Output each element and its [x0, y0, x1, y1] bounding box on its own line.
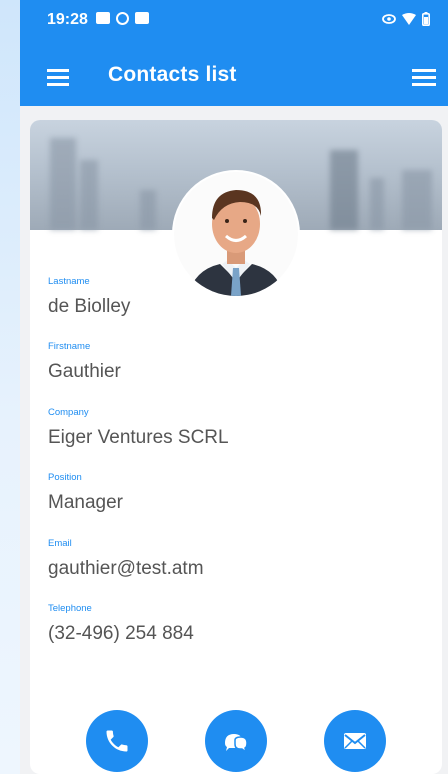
- contact-card: Lastname de Biolley Firstname Gauthier C…: [30, 120, 442, 774]
- lastname-label: Lastname: [48, 276, 90, 287]
- firstname-value: Gauthier: [48, 361, 121, 382]
- phone-icon: [106, 730, 128, 752]
- email-value: gauthier@test.atm: [48, 558, 204, 579]
- email-field: Email gauthier@test.atm: [48, 538, 204, 580]
- avatar: [174, 172, 298, 296]
- contact-actions: [30, 710, 442, 774]
- notification-icons: [96, 12, 149, 25]
- status-bar: 19:28: [20, 0, 448, 48]
- page-title: Contacts list: [108, 63, 237, 86]
- eye-icon: [382, 14, 396, 24]
- message-notification-icon: [96, 12, 110, 24]
- app-notification-icon: [135, 12, 149, 24]
- firstname-field: Firstname Gauthier: [48, 341, 121, 383]
- position-value: Manager: [48, 492, 123, 513]
- email-label: Email: [48, 538, 72, 549]
- chat-icon: [225, 734, 248, 754]
- firstname-label: Firstname: [48, 341, 91, 352]
- telephone-label: Telephone: [48, 603, 92, 614]
- email-button[interactable]: [324, 710, 386, 772]
- telephone-field: Telephone (32-496) 254 884: [48, 603, 194, 645]
- wifi-icon: [402, 13, 416, 25]
- company-value: Eiger Ventures SCRL: [48, 427, 229, 448]
- system-status-icons: [382, 12, 430, 26]
- menu-icon[interactable]: [47, 69, 69, 86]
- company-field: Company Eiger Ventures SCRL: [48, 407, 229, 449]
- more-menu-icon[interactable]: [412, 69, 436, 86]
- position-field: Position Manager: [48, 472, 123, 514]
- sync-notification-icon: [116, 12, 129, 25]
- mail-icon: [344, 733, 366, 749]
- battery-icon: [422, 12, 430, 26]
- status-time: 19:28: [47, 11, 88, 28]
- telephone-value: (32-496) 254 884: [48, 623, 194, 644]
- company-label: Company: [48, 407, 89, 418]
- chat-button[interactable]: [205, 710, 267, 772]
- lastname-field: Lastname de Biolley: [48, 276, 130, 318]
- lastname-value: de Biolley: [48, 296, 131, 317]
- call-button[interactable]: [86, 710, 148, 772]
- app-frame: 19:28 Contacts list Lastname de Biolley …: [20, 0, 448, 774]
- position-label: Position: [48, 472, 82, 483]
- app-bar: Contacts list: [20, 48, 448, 106]
